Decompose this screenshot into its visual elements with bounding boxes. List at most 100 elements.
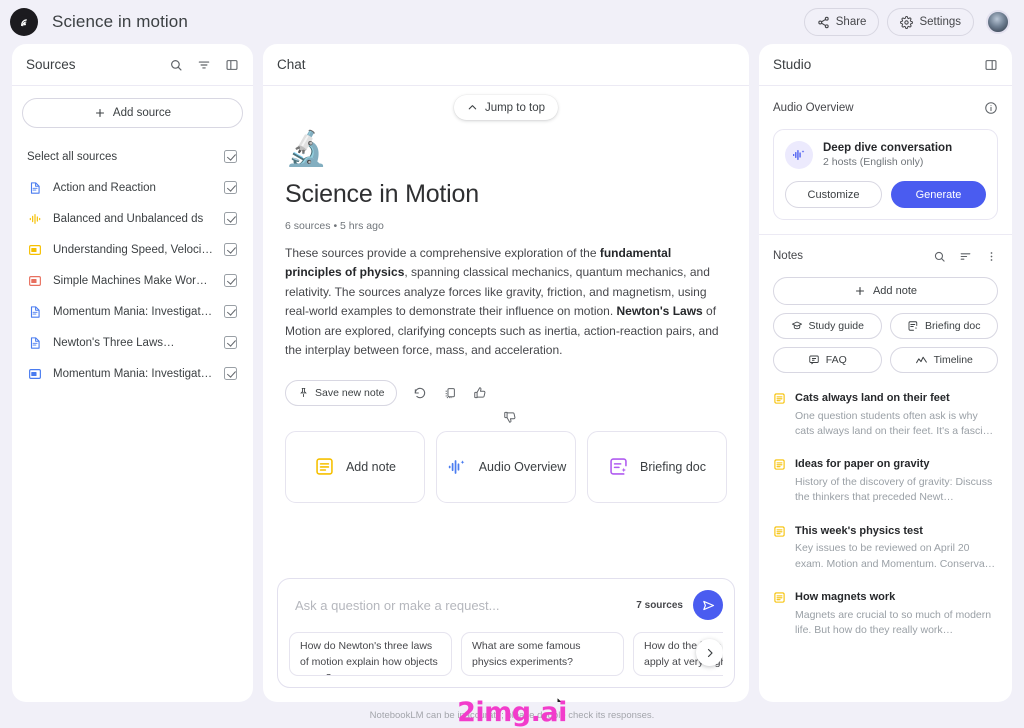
source-row[interactable]: Momentum Mania: Investigating th… xyxy=(22,296,243,327)
info-icon[interactable] xyxy=(984,101,998,115)
studio-title: Studio xyxy=(773,57,812,72)
copy-icon[interactable] xyxy=(443,386,457,400)
select-all-sources-row[interactable]: Select all sources xyxy=(22,141,243,172)
source-row[interactable]: Newton's Three Laws… xyxy=(22,327,243,358)
thumbs-up-icon[interactable] xyxy=(473,386,487,400)
settings-button[interactable]: Settings xyxy=(887,8,974,36)
note-type-chips: Study guide Briefing doc FAQ Timeline xyxy=(773,313,998,373)
suggested-action-cards: Add note Audio Overview Briefing doc xyxy=(285,430,727,503)
source-row[interactable]: Understanding Speed, Velocity and… xyxy=(22,234,243,265)
chip-faq[interactable]: FAQ xyxy=(773,347,882,373)
sort-icon[interactable] xyxy=(959,250,972,263)
source-checkbox[interactable] xyxy=(224,305,237,318)
add-note-label: Add note xyxy=(872,285,918,297)
note-yellow-icon xyxy=(773,458,786,471)
card-add-note-label: Add note xyxy=(345,459,397,474)
suggestion-chip[interactable]: How do Newton's three laws of motion exp… xyxy=(289,632,452,676)
add-note-button[interactable]: Add note xyxy=(773,277,998,305)
source-checkbox[interactable] xyxy=(224,367,237,380)
add-source-button[interactable]: Add source xyxy=(22,98,243,128)
doc-blue-icon xyxy=(27,304,42,319)
summary-text-1: These sources provide a comprehensive ex… xyxy=(285,246,600,260)
source-label: Newton's Three Laws… xyxy=(53,336,175,349)
message-actions: Save new note xyxy=(285,379,727,423)
audio-waveform-blue-icon xyxy=(446,456,468,478)
search-icon[interactable] xyxy=(933,250,946,263)
save-new-note-button[interactable]: Save new note xyxy=(285,379,398,406)
sources-panel: Sources Add source Select all sources Ac… xyxy=(12,44,253,702)
source-label: Momentum Mania: Investigating th… xyxy=(53,367,213,380)
composer-wrapper: 7 sources How do Newton's three laws of … xyxy=(263,578,749,702)
source-row[interactable]: Momentum Mania: Investigating th… xyxy=(22,358,243,389)
sources-title: Sources xyxy=(26,57,76,72)
chip-timeline[interactable]: Timeline xyxy=(889,347,998,373)
document-title: Science in Motion xyxy=(285,180,479,208)
notes-header-actions xyxy=(933,250,998,263)
chip-study-guide[interactable]: Study guide xyxy=(773,313,882,339)
briefing-doc-icon xyxy=(907,320,919,332)
card-audio-overview[interactable]: Audio Overview xyxy=(436,430,576,503)
notes-list: Cats always land on their feet One questi… xyxy=(759,381,1012,702)
select-all-label: Select all sources xyxy=(27,150,118,163)
chevron-right-icon[interactable] xyxy=(696,639,723,666)
audio-waveform-yellow-icon xyxy=(27,211,42,226)
source-checkbox[interactable] xyxy=(224,243,237,256)
pin-icon xyxy=(298,387,309,398)
studio-header-actions xyxy=(984,58,998,72)
source-checkbox[interactable] xyxy=(224,181,237,194)
thumbs-down-icon[interactable] xyxy=(503,386,517,423)
top-bar: Science in motion Share Settings xyxy=(0,0,1024,44)
source-row[interactable]: Balanced and Unbalanced ds xyxy=(22,203,243,234)
card-briefing-doc[interactable]: Briefing doc xyxy=(587,430,727,503)
chat-input[interactable] xyxy=(295,597,627,613)
share-icon xyxy=(817,16,830,29)
search-icon[interactable] xyxy=(169,58,183,72)
notebooklm-logo-icon[interactable] xyxy=(10,8,38,36)
suggestion-chip[interactable]: What are some famous physics experiments… xyxy=(461,632,624,676)
note-list-item[interactable]: Cats always land on their feet One questi… xyxy=(773,391,998,439)
plus-icon xyxy=(94,107,106,119)
faq-icon xyxy=(808,354,820,366)
send-button[interactable] xyxy=(693,590,723,620)
customize-button[interactable]: Customize xyxy=(785,181,882,208)
note-title: Ideas for paper on gravity xyxy=(795,458,930,471)
note-list-item[interactable]: How magnets work Magnets are crucial to s… xyxy=(773,590,998,638)
chip-briefing-doc-label: Briefing doc xyxy=(925,320,981,332)
generate-button[interactable]: Generate xyxy=(891,181,986,208)
note-text: Cats always land on their feet One questi… xyxy=(795,391,998,439)
sources-list: Action and Reaction Balanced and Unbalanc… xyxy=(22,172,243,389)
note-list-item[interactable]: Ideas for paper on gravity History of the… xyxy=(773,457,998,505)
refresh-icon[interactable] xyxy=(413,386,427,400)
source-checkbox[interactable] xyxy=(224,274,237,287)
audio-overview-card-top: Deep dive conversation 2 hosts (English … xyxy=(785,141,986,169)
note-yellow-icon xyxy=(773,392,786,405)
more-vertical-icon[interactable] xyxy=(985,250,998,263)
source-checkbox[interactable] xyxy=(224,336,237,349)
chip-briefing-doc[interactable]: Briefing doc xyxy=(889,313,998,339)
note-text: How magnets work Magnets are crucial to s… xyxy=(795,590,998,638)
notes-label: Notes xyxy=(773,250,804,262)
chat-header: Chat xyxy=(263,44,749,86)
source-row[interactable]: Simple Machines Make Work Easier… xyxy=(22,265,243,296)
audio-overview-header: Audio Overview xyxy=(773,98,998,118)
card-add-note[interactable]: Add note xyxy=(285,430,425,503)
jump-to-top-button[interactable]: Jump to top xyxy=(453,95,559,120)
document-summary: These sources provide a comprehensive ex… xyxy=(285,244,727,361)
slide-yellow-icon xyxy=(27,242,42,257)
page-title: Science in motion xyxy=(52,12,188,31)
select-all-checkbox[interactable] xyxy=(224,150,237,163)
jump-to-top-label: Jump to top xyxy=(484,101,546,114)
study-guide-icon xyxy=(791,320,803,332)
audio-overview-card: Deep dive conversation 2 hosts (English … xyxy=(773,129,998,220)
source-row[interactable]: Action and Reaction xyxy=(22,172,243,203)
avatar[interactable] xyxy=(986,10,1010,34)
filter-icon[interactable] xyxy=(197,58,211,72)
doc-blue-icon xyxy=(27,335,42,350)
collapse-panel-icon[interactable] xyxy=(984,58,998,72)
share-button[interactable]: Share xyxy=(803,8,880,36)
note-list-item[interactable]: This week's physics test Key issues to be… xyxy=(773,524,998,572)
studio-panel: Studio Audio Overview Deep dive conversa… xyxy=(759,44,1012,702)
source-checkbox[interactable] xyxy=(224,212,237,225)
collapse-panel-icon[interactable] xyxy=(225,58,239,72)
notes-header: Notes xyxy=(773,246,998,266)
